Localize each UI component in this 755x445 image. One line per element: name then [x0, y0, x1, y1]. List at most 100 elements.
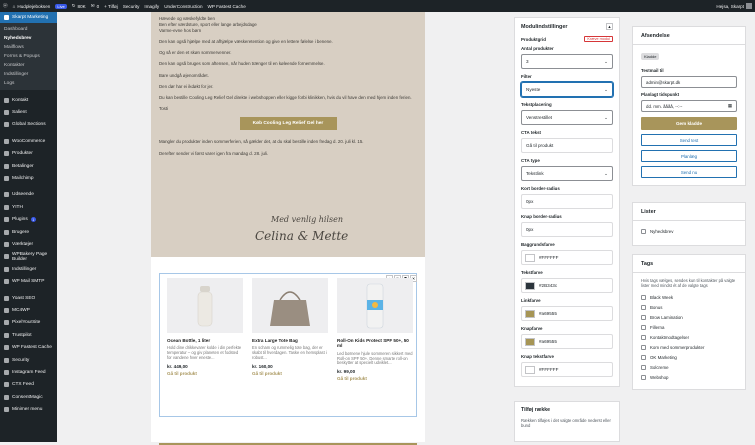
sidebar-item[interactable]: Plugins 1	[0, 214, 57, 226]
cta-text-input[interactable]: Gå til produkt	[521, 138, 613, 153]
sidebar-item[interactable]: WooCommerce	[0, 135, 57, 147]
sidebar-subitem[interactable]: Nyhedsbrev	[0, 34, 57, 43]
color-picker[interactable]: #2B343c	[521, 278, 613, 293]
adminbar-account[interactable]: Hejsa, Skarpt	[716, 3, 752, 9]
sidebar-item-skarpt-marketing[interactable]: Skarpt Marketing	[0, 12, 57, 23]
sidebar-item[interactable]: Instagram Feed	[0, 366, 57, 378]
product-link[interactable]: Gå til produkt	[167, 371, 243, 376]
checkbox[interactable]	[641, 344, 646, 350]
tag-checkbox[interactable]: Brow Lamination	[641, 312, 737, 322]
new-content[interactable]: + Tilføj	[104, 4, 118, 9]
product-image[interactable]	[252, 278, 328, 333]
send-test-button[interactable]: Send test	[641, 134, 737, 146]
sidebar-subitem[interactable]: Forms & Popups	[0, 52, 57, 61]
sidebar-subitem[interactable]: Dashboard	[0, 25, 57, 34]
adminbar-security[interactable]: Security	[123, 4, 140, 9]
sidebar-item[interactable]: Brugere	[0, 226, 57, 238]
checkbox[interactable]	[641, 314, 646, 320]
tag-checkbox[interactable]: Webshop	[641, 372, 737, 382]
sidebar-item[interactable]: MC4WP	[0, 304, 57, 316]
sidebar-subitem[interactable]: Mailflows	[0, 43, 57, 52]
checkbox[interactable]	[641, 304, 646, 310]
site-name[interactable]: ⌂ Hudplejeboksen	[13, 4, 51, 9]
color-swatch[interactable]	[525, 281, 535, 290]
adminbar-underconstruction[interactable]: UnderConstruction	[164, 4, 202, 9]
sidebar-item[interactable]: Betalinger	[0, 160, 57, 172]
checkbox[interactable]	[641, 364, 646, 370]
sidebar-subitem[interactable]: Kontakter	[0, 61, 57, 70]
tag-checkbox[interactable]: OK Marketing	[641, 352, 737, 362]
sidebar-item[interactable]: Værktøjer	[0, 238, 57, 250]
product-image[interactable]	[167, 278, 243, 333]
checkbox[interactable]	[641, 354, 646, 360]
sidebar-item[interactable]: Yoast SEO	[0, 292, 57, 304]
sidebar-item[interactable]: WPBakery Page Builder	[0, 251, 57, 263]
sidebar-subitem[interactable]: Indstillinger	[0, 70, 57, 79]
sidebar-item[interactable]: Security	[0, 354, 57, 366]
comments[interactable]: ✉ 0	[91, 3, 99, 9]
sidebar-item[interactable]: Produkter	[0, 148, 57, 160]
sidebar-item[interactable]: PixelYourSite	[0, 317, 57, 329]
color-picker[interactable]: #a69555	[521, 306, 613, 321]
updates[interactable]: ↻ 80K	[72, 3, 86, 9]
button-radius-input[interactable]: 0px	[521, 222, 613, 237]
checkbox[interactable]	[641, 334, 646, 340]
sidebar-item[interactable]: ConsentMagic	[0, 391, 57, 403]
color-swatch[interactable]	[525, 365, 535, 374]
product-link[interactable]: Gå til produkt	[252, 371, 328, 376]
tag-checkbox[interactable]: Black Week	[641, 292, 737, 302]
sidebar-subitem[interactable]: Logs	[0, 79, 57, 88]
cta-button[interactable]: Køb Cooling Leg Relief Gel her	[239, 117, 337, 131]
remove-module-button[interactable]: Kræve modul	[584, 36, 613, 42]
card-radius-input[interactable]: 0px	[521, 194, 613, 209]
cta-type-select[interactable]: Tekstlink ⌄	[521, 166, 613, 181]
sidebar-item[interactable]: Trustpilot	[0, 329, 57, 341]
product-name[interactable]: Roll-On Kids Protect SPF 50+, 50 ml	[337, 338, 413, 349]
sidebar-item[interactable]: Global Sections	[0, 119, 57, 131]
sidebar-item[interactable]: WP Fastest Cache	[0, 341, 57, 353]
adminbar-cache[interactable]: WP Fastest Cache	[208, 4, 246, 9]
tag-checkbox[interactable]: Bonus	[641, 302, 737, 312]
sidebar-item[interactable]: YITH	[0, 201, 57, 213]
color-swatch[interactable]	[525, 337, 535, 346]
sidebar-item[interactable]: Indstillinger	[0, 263, 57, 275]
sidebar-item[interactable]: Mailchimp	[0, 172, 57, 184]
testmail-input[interactable]: admin@skarpt.dk	[641, 76, 737, 88]
product-card[interactable]: Extra Large Tote Bag En scham og rummelig…	[252, 278, 328, 376]
wp-logo-icon[interactable]: ⓦ	[3, 3, 8, 9]
antal-select[interactable]: 3 ⌄	[521, 54, 613, 69]
product-name[interactable]: Extra Large Tote Bag	[252, 338, 328, 343]
color-picker[interactable]: #FFFFFF	[521, 362, 613, 377]
schedule-button[interactable]: Planlæg	[641, 150, 737, 162]
checkbox[interactable]	[641, 324, 646, 330]
tag-checkbox[interactable]: Fillerna	[641, 322, 737, 332]
checkbox[interactable]	[641, 294, 646, 300]
sidebar-item[interactable]: Minimer menu	[0, 403, 57, 415]
text-placement-select[interactable]: Venstrestillet ⌄	[521, 110, 613, 125]
tag-checkbox[interactable]: Kontaktmodtagelser	[641, 332, 737, 342]
sidebar-item[interactable]: Kontakt	[0, 94, 57, 106]
color-swatch[interactable]	[525, 309, 535, 318]
product-card[interactable]: Roll-On Kids Protect SPF 50+, 50 ml Led b…	[337, 278, 413, 381]
sidebar-item[interactable]: Udseende	[0, 189, 57, 201]
color-picker[interactable]: #FFFFFF	[521, 250, 613, 265]
calendar-icon[interactable]: ▦	[728, 103, 732, 109]
filter-select[interactable]: Nyeste ⌄	[521, 82, 613, 97]
product-grid-block[interactable]: ▲ ▼ ⧉ ✕ Ocean Bottle, 1 literHold dine d…	[151, 257, 425, 445]
tag-checkbox[interactable]: Kom med sommerprodukter	[641, 342, 737, 352]
sidebar-item[interactable]: Salient	[0, 106, 57, 118]
color-picker[interactable]: #a69555	[521, 334, 613, 349]
product-name[interactable]: Ocean Bottle, 1 liter	[167, 338, 243, 343]
product-card[interactable]: Ocean Bottle, 1 liter Hold dine drikkevar…	[167, 278, 243, 376]
adminbar-imagify[interactable]: Imagify	[144, 4, 159, 9]
schedule-datetime-input[interactable]: dd. mm. åååå, --:-- ▦	[641, 100, 737, 112]
checkbox[interactable]	[641, 228, 646, 234]
product-image[interactable]	[337, 278, 413, 333]
color-swatch[interactable]	[525, 253, 535, 262]
save-draft-button[interactable]: Gem kladde	[641, 117, 737, 130]
sidebar-item[interactable]: CTX Feed	[0, 379, 57, 391]
checkbox[interactable]	[641, 374, 646, 380]
sidebar-item[interactable]: WP Mail SMTP	[0, 275, 57, 287]
collapse-icon[interactable]: ▲	[606, 23, 613, 30]
send-now-button[interactable]: Send nu	[641, 166, 737, 178]
